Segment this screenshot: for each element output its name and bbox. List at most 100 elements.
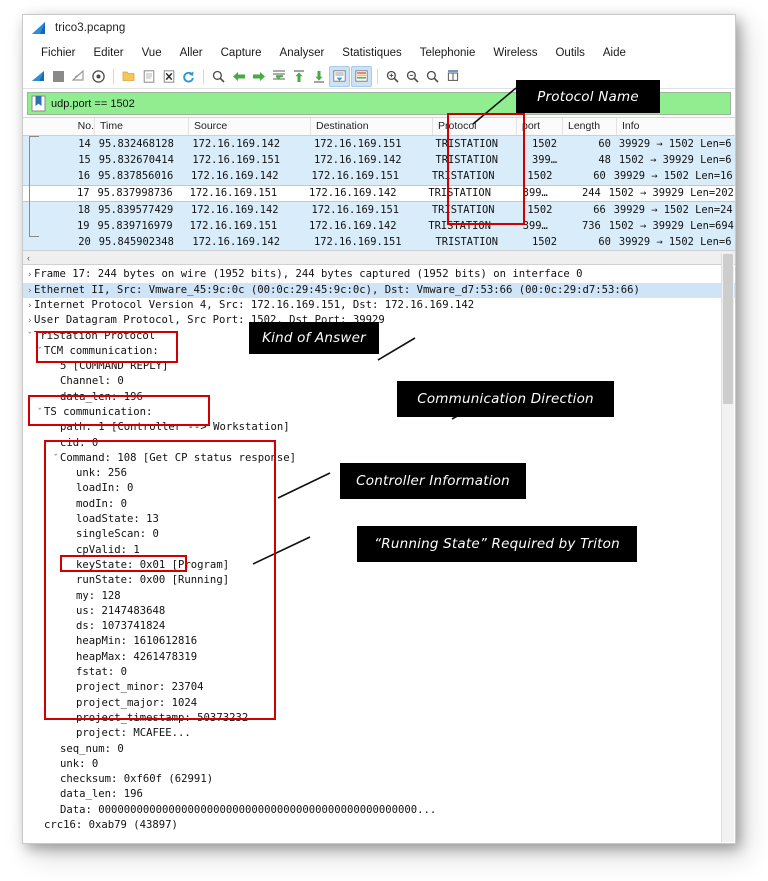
table-row[interactable]: 1595.832670414172.16.169.151172.16.169.1… (23, 152, 735, 168)
tree-item-label: Frame 17: 244 bytes on wire (1952 bits),… (34, 268, 583, 280)
menu-item-outils[interactable]: Outils (546, 45, 593, 61)
chevron-right-icon[interactable]: › (27, 299, 34, 314)
zoom-in-icon[interactable] (383, 67, 402, 86)
cell-source: 172.16.169.142 (187, 170, 307, 182)
go-back-icon[interactable] (229, 67, 248, 86)
table-row[interactable]: 1495.832468128172.16.169.142172.16.169.1… (23, 136, 735, 152)
menu-item-statistiques[interactable]: Statistiques (333, 45, 410, 61)
menu-item-aller[interactable]: Aller (171, 45, 212, 61)
chevron-down-icon[interactable]: ˇ (27, 330, 34, 345)
chevron-right-icon[interactable]: › (27, 268, 34, 283)
cell-time: 95.839577429 (94, 204, 187, 216)
tree-item[interactable]: data_len: 196 (23, 787, 735, 802)
tree-item[interactable]: ›Ethernet II, Src: Vmware_45:9c:0c (00:0… (23, 283, 735, 298)
go-forward-icon[interactable] (249, 67, 268, 86)
bookmark-icon[interactable] (31, 95, 46, 112)
tree-item[interactable]: ›User Datagram Protocol, Src Port: 1502,… (23, 313, 735, 328)
resize-columns-icon[interactable] (443, 67, 462, 86)
cell-port: 1502 (515, 236, 561, 248)
chevron-right-icon[interactable]: › (27, 284, 34, 299)
menu-item-capture[interactable]: Capture (212, 45, 271, 61)
scrollbar-thumb[interactable] (723, 254, 733, 404)
tree-item[interactable]: project: MCAFEE... (23, 726, 735, 741)
tree-item-label: Internet Protocol Version 4, Src: 172.16… (34, 299, 474, 311)
tree-item[interactable]: ›Internet Protocol Version 4, Src: 172.1… (23, 298, 735, 313)
close-file-icon[interactable] (159, 67, 178, 86)
go-first-packet-icon[interactable] (289, 67, 308, 86)
packet-details-vscrollbar[interactable] (721, 254, 734, 842)
tree-item-label: Channel: 0 (60, 375, 124, 387)
table-row[interactable]: 1995.839716979172.16.169.151172.16.169.1… (23, 218, 735, 234)
conversation-bracket-bottom (29, 226, 39, 237)
column-header-info[interactable]: Info (617, 118, 640, 135)
menu-bar: Fichier Editer Vue Aller Capture Analyse… (23, 41, 735, 64)
cell-source: 172.16.169.142 (188, 236, 310, 248)
menu-item-vue[interactable]: Vue (133, 45, 171, 61)
cell-info: 39929 → 1502 Len=6 (615, 138, 735, 150)
tree-item[interactable]: unk: 0 (23, 757, 735, 772)
table-row[interactable]: 1795.837998736172.16.169.151172.16.169.1… (23, 185, 735, 202)
column-header-time[interactable]: Time (95, 118, 189, 135)
packet-list-hscrollbar[interactable]: ‹ (23, 250, 735, 265)
table-row[interactable]: 1895.839577429172.16.169.142172.16.169.1… (23, 202, 735, 218)
table-row[interactable]: 2095.845902348172.16.169.142172.16.169.1… (23, 234, 735, 250)
go-last-packet-icon[interactable] (309, 67, 328, 86)
capture-options-icon[interactable] (89, 67, 108, 86)
column-header-no[interactable]: No. (23, 118, 95, 135)
cell-length: 66 (556, 204, 609, 216)
tree-item-label: Data: 0000000000000000000000000000000000… (60, 804, 436, 816)
column-header-source[interactable]: Source (189, 118, 311, 135)
cell-time: 95.832670414 (95, 154, 189, 166)
open-file-icon[interactable] (119, 67, 138, 86)
conversation-bracket-mid (29, 146, 39, 226)
zoom-out-icon[interactable] (403, 67, 422, 86)
menu-item-telephonie[interactable]: Telephonie (411, 45, 485, 61)
menu-item-editer[interactable]: Editer (85, 45, 133, 61)
toolbar-separator (203, 69, 204, 84)
highlight-box-ts-communication (28, 395, 210, 426)
cell-info: 39929 → 1502 Len=6 (615, 236, 735, 248)
packet-list: No. Time Source Destination Protocol por… (23, 117, 735, 250)
stop-capture-icon[interactable] (49, 67, 68, 86)
tree-item[interactable]: crc16: 0xab79 (43897) (23, 818, 735, 833)
menu-item-fichier[interactable]: Fichier (32, 45, 85, 61)
tree-item[interactable]: Channel: 0 (23, 374, 735, 389)
start-capture-icon[interactable] (29, 67, 48, 86)
cell-destination: 172.16.169.142 (305, 220, 424, 232)
column-header-length[interactable]: Length (563, 118, 617, 135)
scroll-left-icon[interactable]: ‹ (23, 253, 30, 263)
cell-source: 172.16.169.142 (187, 204, 307, 216)
chevron-right-icon[interactable]: › (27, 314, 34, 329)
display-filter-input[interactable]: udp.port == 1502 (51, 98, 135, 110)
title-bar: trico3.pcapng (23, 15, 735, 41)
go-to-packet-icon[interactable] (269, 67, 288, 86)
cell-length: 60 (561, 138, 615, 150)
tree-item[interactable]: Data: 0000000000000000000000000000000000… (23, 803, 735, 818)
tree-item[interactable]: ›Frame 17: 244 bytes on wire (1952 bits)… (23, 267, 735, 282)
cell-length: 60 (561, 236, 615, 248)
menu-item-analyser[interactable]: Analyser (271, 45, 334, 61)
zoom-reset-icon[interactable] (423, 67, 442, 86)
callout-running-state: “Running State” Required by Triton (357, 526, 637, 562)
cell-info: 1502 → 39929 Len=6 (615, 154, 735, 166)
restart-capture-icon[interactable] (69, 67, 88, 86)
save-file-icon[interactable] (139, 67, 158, 86)
cell-info: 39929 → 1502 Len=16 (610, 170, 735, 182)
menu-item-wireless[interactable]: Wireless (484, 45, 546, 61)
cell-destination: 172.16.169.151 (307, 204, 427, 216)
menu-item-aide[interactable]: Aide (594, 45, 635, 61)
column-header-destination[interactable]: Destination (311, 118, 433, 135)
reload-file-icon[interactable] (179, 67, 198, 86)
auto-scroll-icon[interactable] (329, 66, 350, 87)
colorize-icon[interactable] (351, 66, 372, 87)
table-row[interactable]: 1695.837856016172.16.169.142172.16.169.1… (23, 168, 735, 184)
screenshot-canvas: trico3.pcapng Fichier Editer Vue Aller C… (0, 0, 768, 881)
tree-item[interactable]: checksum: 0xf60f (62991) (23, 772, 735, 787)
tree-item[interactable]: seq_num: 0 (23, 742, 735, 757)
find-packet-icon[interactable] (209, 67, 228, 86)
cell-time: 95.845902348 (95, 236, 189, 248)
tree-item-label: seq_num: 0 (60, 743, 124, 755)
window-title: trico3.pcapng (55, 22, 125, 34)
cell-source: 172.16.169.142 (188, 138, 310, 150)
tree-item-label: crc16: 0xab79 (43897) (44, 819, 178, 831)
